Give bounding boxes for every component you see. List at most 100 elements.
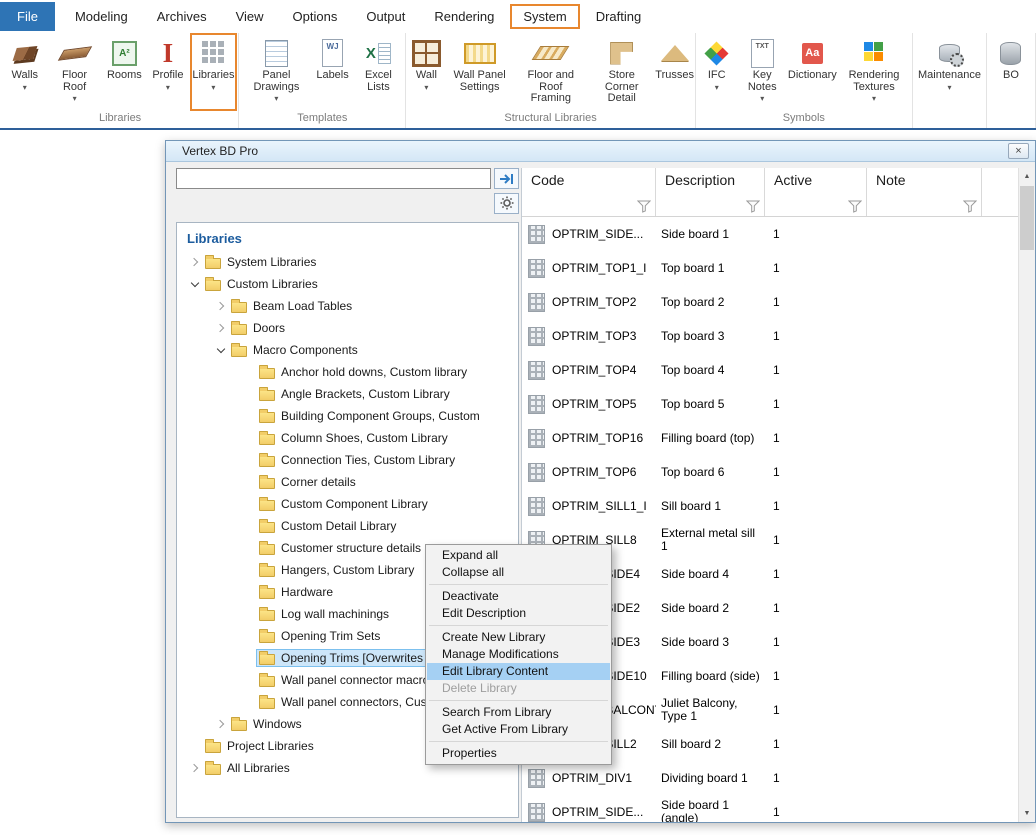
- tree-item-custom-component-library[interactable]: Custom Component Library: [177, 493, 518, 515]
- tree-item-body: Custom Libraries: [203, 276, 322, 292]
- menu-item-collapse-all[interactable]: Collapse all: [427, 564, 610, 581]
- tab-output[interactable]: Output: [353, 4, 418, 29]
- tab-drafting[interactable]: Drafting: [583, 4, 655, 29]
- chevron-right-icon[interactable]: [187, 760, 203, 776]
- grid-icon: [528, 361, 545, 380]
- tab-file[interactable]: File: [0, 2, 55, 31]
- table-row[interactable]: OPTRIM_TOP16Filling board (top)1: [522, 421, 1018, 455]
- chevron-right-icon[interactable]: [187, 254, 203, 270]
- button-label: Wall Panel Settings: [449, 70, 509, 93]
- floor-and-roof-framing-button[interactable]: Floor and Roof Framing: [514, 33, 588, 111]
- menu-item-deactivate[interactable]: Deactivate: [427, 588, 610, 605]
- tree-item-corner-details[interactable]: Corner details: [177, 471, 518, 493]
- maintenance-button[interactable]: Maintenance▾: [914, 33, 985, 111]
- chevron-right-icon[interactable]: [213, 320, 229, 336]
- rooms-icon: [105, 36, 143, 70]
- menu-item-search-from-library[interactable]: Search From Library: [427, 704, 610, 721]
- cell-description: Side board 3: [656, 636, 765, 649]
- funnel-icon[interactable]: [963, 200, 977, 213]
- walls-button[interactable]: Walls▾: [3, 33, 47, 111]
- funnel-icon[interactable]: [848, 200, 862, 213]
- rendering-textures-button[interactable]: Rendering Textures▾: [837, 33, 911, 111]
- table-row[interactable]: OPTRIM_SIDE...Side board 11: [522, 217, 1018, 251]
- folder-icon: [231, 302, 247, 313]
- column-header-note[interactable]: Note: [867, 168, 982, 216]
- chevron-right-icon[interactable]: [213, 298, 229, 314]
- menu-item-get-active-from-library[interactable]: Get Active From Library: [427, 721, 610, 738]
- dictionary-button[interactable]: Dictionary: [788, 33, 837, 111]
- bo-button[interactable]: BO: [988, 33, 1034, 111]
- tab-options[interactable]: Options: [280, 4, 351, 29]
- store-corner-detail-button[interactable]: Store Corner Detail: [588, 33, 656, 111]
- rooms-button[interactable]: Rooms: [103, 33, 147, 111]
- tree-item-doors[interactable]: Doors: [177, 317, 518, 339]
- ifc-button[interactable]: IFC▾: [697, 33, 737, 111]
- floor-roof-button[interactable]: Floor Roof▾: [47, 33, 103, 111]
- panel-drawings-button[interactable]: Panel Drawings▾: [240, 33, 312, 111]
- scroll-up-arrow-icon[interactable]: [1019, 168, 1035, 185]
- table-row[interactable]: OPTRIM_SILL1_ISill board 11: [522, 489, 1018, 523]
- tree-item-custom-detail-library[interactable]: Custom Detail Library: [177, 515, 518, 537]
- tree-item-custom-libraries[interactable]: Custom Libraries: [177, 273, 518, 295]
- folder-icon: [259, 676, 275, 687]
- wall-button[interactable]: Wall▾: [407, 33, 445, 111]
- tree-item-connection-ties-custom-library[interactable]: Connection Ties, Custom Library: [177, 449, 518, 471]
- folder-icon: [231, 346, 247, 357]
- settings-button[interactable]: [494, 193, 519, 214]
- menu-item-properties[interactable]: Properties: [427, 745, 610, 762]
- table-row[interactable]: OPTRIM_TOP1_ITop board 11: [522, 251, 1018, 285]
- search-input[interactable]: [176, 168, 491, 189]
- chevron-spacer: [241, 628, 257, 644]
- scroll-down-arrow-icon[interactable]: [1019, 805, 1035, 822]
- tab-view[interactable]: View: [223, 4, 277, 29]
- table-row[interactable]: OPTRIM_TOP6Top board 61: [522, 455, 1018, 489]
- table-scrollbar[interactable]: [1018, 168, 1035, 822]
- tab-system[interactable]: System: [510, 4, 579, 29]
- column-header-code[interactable]: Code: [522, 168, 656, 216]
- tree-item-beam-load-tables[interactable]: Beam Load Tables: [177, 295, 518, 317]
- menu-item-manage-modifications[interactable]: Manage Modifications: [427, 646, 610, 663]
- chevron-spacer: [241, 694, 257, 710]
- table-row[interactable]: OPTRIM_TOP3Top board 31: [522, 319, 1018, 353]
- menu-item-expand-all[interactable]: Expand all: [427, 547, 610, 564]
- labels-button[interactable]: Labels: [313, 33, 353, 111]
- tab-rendering[interactable]: Rendering: [421, 4, 507, 29]
- chevron-down-icon[interactable]: [187, 276, 203, 292]
- table-row[interactable]: OPTRIM_TOP5Top board 51: [522, 387, 1018, 421]
- profile-button[interactable]: Profile▾: [146, 33, 190, 111]
- table-row[interactable]: OPTRIM_SIDE...Side board 1 (angle)1: [522, 795, 1018, 822]
- cell-description: Side board 4: [656, 568, 765, 581]
- table-row[interactable]: OPTRIM_TOP4Top board 41: [522, 353, 1018, 387]
- menu-item-create-new-library[interactable]: Create New Library: [427, 629, 610, 646]
- menu-item-edit-description[interactable]: Edit Description: [427, 605, 610, 622]
- tree-item-column-shoes-custom-library[interactable]: Column Shoes, Custom Library: [177, 427, 518, 449]
- chevron-right-icon[interactable]: [213, 716, 229, 732]
- key-notes-button[interactable]: Key Notes▾: [737, 33, 788, 111]
- menu-separator: [429, 625, 608, 626]
- trusses-button[interactable]: Trusses: [656, 33, 694, 111]
- tab-modeling[interactable]: Modeling: [62, 4, 141, 29]
- table-row[interactable]: OPTRIM_TOP2Top board 21: [522, 285, 1018, 319]
- libraries-button[interactable]: Libraries▾: [190, 33, 237, 111]
- excel-lists-button[interactable]: Excel Lists: [352, 33, 404, 111]
- tree-item-building-component-groups-custom[interactable]: Building Component Groups, Custom: [177, 405, 518, 427]
- wall-panel-settings-button[interactable]: Wall Panel Settings: [445, 33, 513, 111]
- funnel-icon[interactable]: [637, 200, 651, 213]
- funnel-icon[interactable]: [746, 200, 760, 213]
- tab-archives[interactable]: Archives: [144, 4, 220, 29]
- dialog-titlebar[interactable]: Vertex BD Pro ×: [166, 141, 1035, 162]
- column-header-description[interactable]: Description: [656, 168, 765, 216]
- menu-item-edit-library-content[interactable]: Edit Library Content: [427, 663, 610, 680]
- search-go-button[interactable]: [494, 168, 519, 189]
- tree-item-angle-brackets-custom-library[interactable]: Angle Brackets, Custom Library: [177, 383, 518, 405]
- tree-item-system-libraries[interactable]: System Libraries: [177, 251, 518, 273]
- close-button[interactable]: ×: [1008, 143, 1029, 159]
- chevron-down-icon[interactable]: [213, 342, 229, 358]
- column-header-active[interactable]: Active: [765, 168, 867, 216]
- button-label: Floor Roof: [51, 70, 99, 93]
- tree-item-macro-components[interactable]: Macro Components: [177, 339, 518, 361]
- chevron-spacer: [241, 672, 257, 688]
- scroll-thumb[interactable]: [1020, 186, 1034, 250]
- table-row[interactable]: OPTRIM_DIV1Dividing board 11: [522, 761, 1018, 795]
- tree-item-anchor-hold-downs-custom-library[interactable]: Anchor hold downs, Custom library: [177, 361, 518, 383]
